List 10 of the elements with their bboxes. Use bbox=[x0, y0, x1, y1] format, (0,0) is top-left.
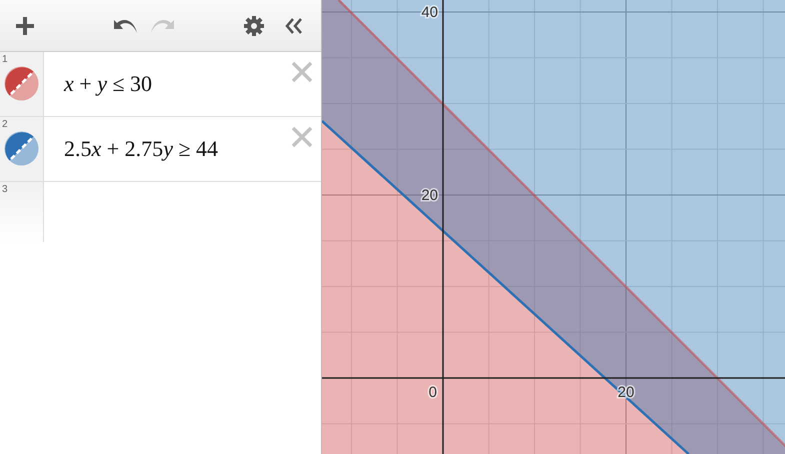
expression-text[interactable]: x + y ≤ 30 bbox=[64, 71, 152, 97]
expression-text[interactable]: 2.5x + 2.75y ≥ 44 bbox=[64, 136, 218, 162]
color-swatch-icon[interactable] bbox=[4, 131, 39, 166]
axis-tick-label: 0 bbox=[428, 384, 437, 401]
axis-tick-label: 40 bbox=[421, 4, 438, 21]
line-number: 2 bbox=[2, 119, 8, 130]
line-number: 3 bbox=[2, 184, 8, 195]
line-number: 1 bbox=[2, 54, 8, 65]
color-swatch-icon[interactable] bbox=[4, 66, 39, 101]
axis-tick-label: 20 bbox=[421, 187, 438, 204]
